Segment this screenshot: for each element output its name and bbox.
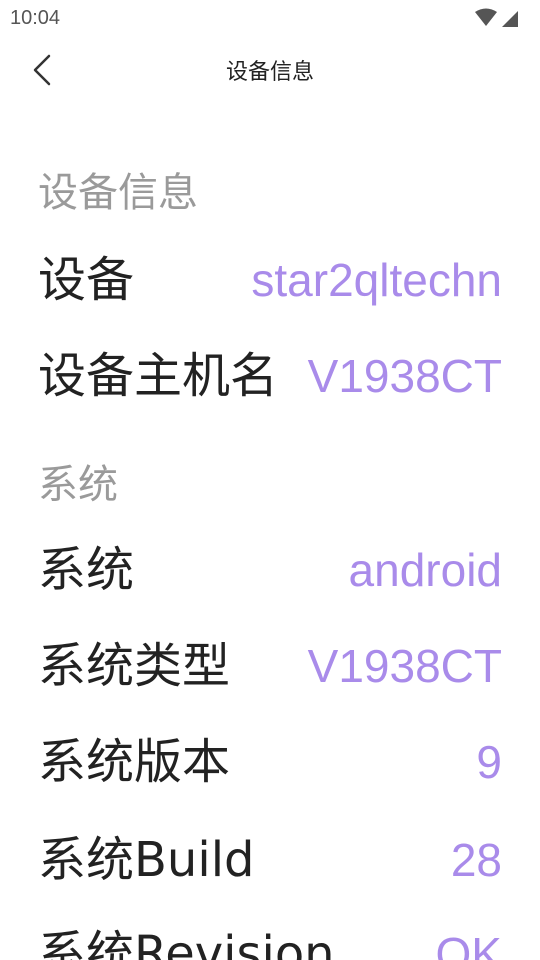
row-value: android (348, 544, 502, 596)
row-label: 设备 (38, 252, 135, 308)
info-row-system: 系统 android (38, 540, 502, 600)
info-row-system-version: 系统版本 9 (38, 732, 502, 792)
cellular-signal-icon (502, 11, 518, 27)
info-row-hostname: 设备主机名 V1938CT (38, 346, 502, 406)
status-bar: 10:04 (0, 0, 540, 36)
row-value: V1938CT (307, 350, 502, 402)
row-label: 系统Build (38, 832, 255, 888)
app-bar: 设备信息 (0, 36, 540, 104)
row-label: 系统类型 (38, 638, 231, 694)
info-row-system-revision: 系统Revision OK (38, 924, 502, 960)
section-header-system: 系统 (38, 462, 118, 508)
status-icons (475, 8, 518, 27)
row-label: 系统Revision (38, 926, 335, 960)
info-row-device: 设备 star2qltechn (38, 250, 502, 310)
row-label: 系统 (38, 542, 135, 598)
info-row-system-build: 系统Build 28 (38, 830, 502, 890)
info-row-system-type: 系统类型 V1938CT (38, 636, 502, 696)
row-label: 系统版本 (38, 734, 231, 790)
section-header-device: 设备信息 (38, 170, 198, 216)
row-value: star2qltechn (251, 254, 502, 306)
page-title: 设备信息 (225, 60, 314, 85)
status-time: 10:04 (10, 7, 61, 29)
wifi-icon (475, 8, 497, 26)
row-value: OK (435, 928, 502, 960)
row-value: 9 (476, 736, 502, 788)
row-value: 28 (450, 834, 502, 886)
row-value: V1938CT (307, 640, 502, 692)
device-info-screen: 10:04 设备信息 设备信息 设备 star2qltechn 设备主机名 V1… (0, 0, 540, 960)
row-label: 设备主机名 (38, 348, 279, 404)
